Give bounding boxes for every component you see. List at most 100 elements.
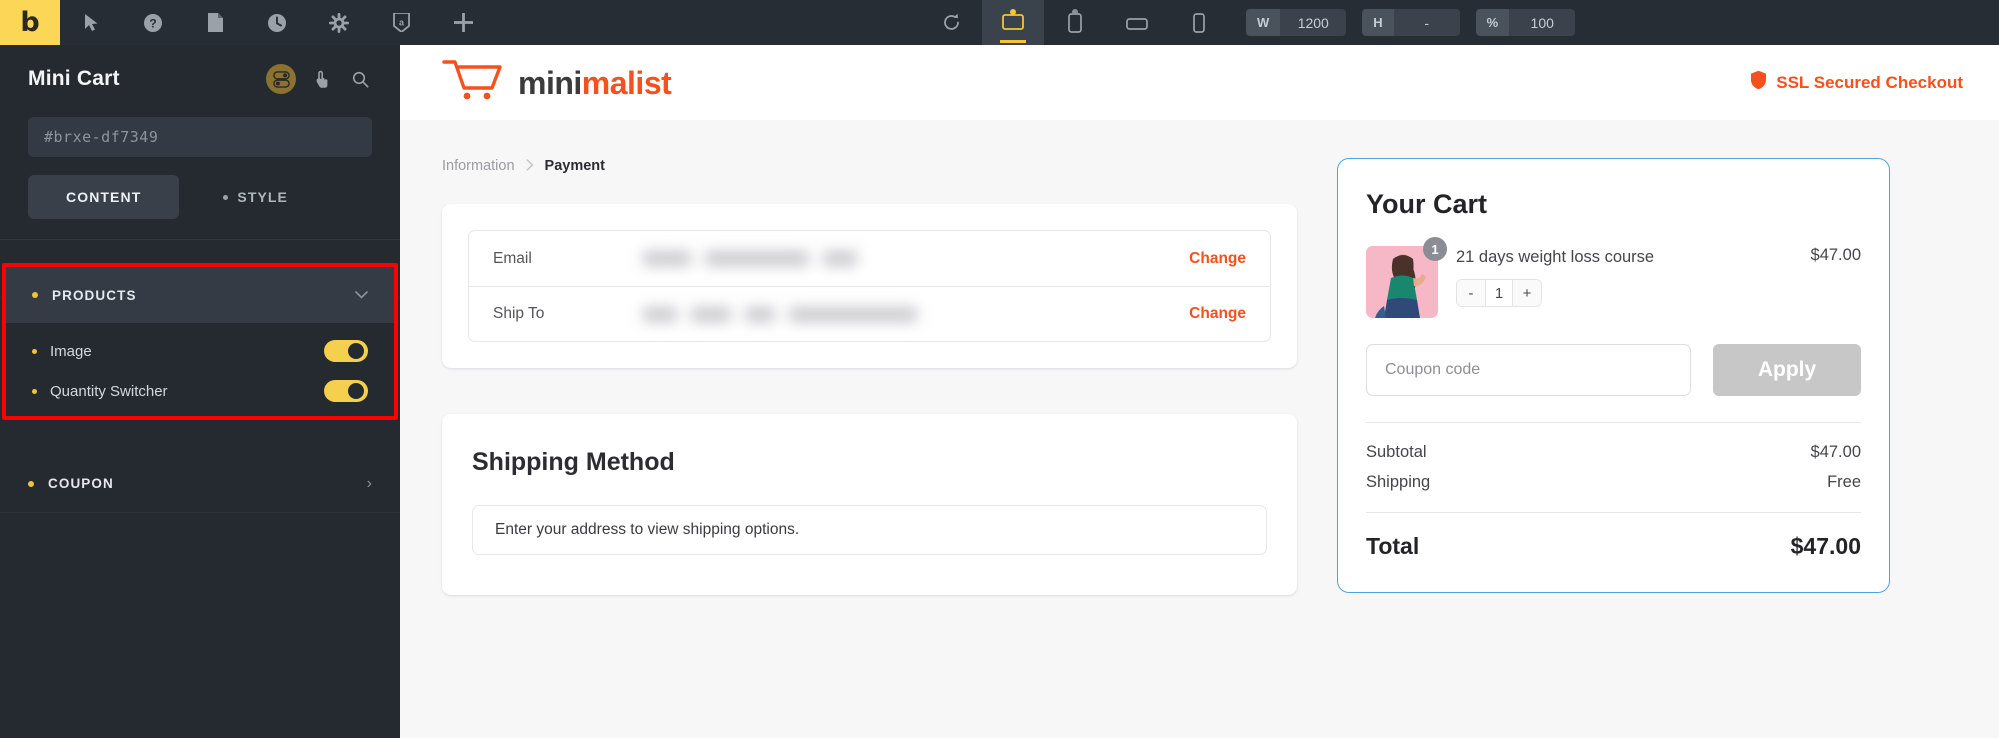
tab-content[interactable]: CONTENT: [28, 175, 180, 219]
chevron-right-icon: ›: [366, 474, 372, 492]
quantity-increment-button[interactable]: +: [1513, 280, 1541, 307]
viewport-dot-tablet: [1072, 9, 1078, 15]
products-status-dot: [32, 292, 38, 298]
viewport-tablet-portrait-button[interactable]: [1044, 0, 1106, 45]
shipping-method-title: Shipping Method: [472, 448, 675, 476]
breadcrumb: Information Payment: [442, 158, 1297, 174]
list-item: 1 21 days weight loss course - 1 + $47.0…: [1366, 237, 1861, 318]
checkout-main-column: Information Payment Email Change Ship To…: [442, 158, 1297, 595]
shipping-row: Shipping Free: [1366, 473, 1861, 492]
toolbar-viewport-group: W 1200 H - % 100: [920, 0, 1576, 45]
settings-icon[interactable]: [308, 0, 370, 45]
cart-item-thumbnail-wrap: 1: [1366, 237, 1447, 318]
height-value[interactable]: -: [1393, 9, 1460, 36]
toggle-quantity-switcher[interactable]: [324, 380, 368, 402]
search-icon[interactable]: [348, 67, 372, 91]
zoom-field[interactable]: % 100: [1475, 9, 1576, 36]
viewport-dot-desktop: [1010, 9, 1016, 15]
shipping-label: Shipping: [1366, 473, 1431, 491]
cart-divider: [1366, 422, 1861, 423]
cart-item-price: $47.00: [1810, 246, 1861, 264]
chevron-right-icon: [525, 158, 534, 174]
coupon-placeholder: Coupon code: [1385, 361, 1481, 378]
coupon-input[interactable]: Coupon code: [1366, 344, 1691, 396]
height-label: H: [1362, 9, 1394, 36]
quantity-value: 1: [1485, 280, 1513, 307]
viewport-mobile-landscape-button[interactable]: [1106, 0, 1168, 45]
subtotal-label: Subtotal: [1366, 443, 1427, 461]
cart-item-details: 21 days weight loss course - 1 +: [1456, 246, 1793, 318]
breadcrumb-information[interactable]: Information: [442, 158, 515, 174]
ssl-badge-label: SSL Secured Checkout: [1776, 72, 1963, 92]
viewport-mobile-portrait-button[interactable]: [1168, 0, 1230, 45]
change-ship-to-link[interactable]: Change: [1189, 305, 1246, 323]
shopping-cart-icon: [442, 58, 504, 107]
coupon-status-dot: [28, 480, 34, 487]
panel-header: Mini Cart: [0, 45, 400, 113]
quantity-stepper[interactable]: - 1 +: [1456, 279, 1542, 308]
plus-icon[interactable]: [432, 0, 494, 45]
quantity-switcher-status-dot: [32, 388, 37, 394]
cart-item-name: 21 days weight loss course: [1456, 248, 1655, 266]
width-value[interactable]: 1200: [1280, 9, 1347, 36]
shield-icon: [1750, 70, 1767, 95]
info-email-label: Email: [493, 249, 532, 267]
table-row: Ship To Change: [469, 286, 1270, 341]
svg-text:a: a: [398, 18, 404, 28]
element-settings-panel: Mini Cart #brxe-df7349 CONTENT STYLE HEA…: [0, 45, 400, 738]
chevron-down-icon: [355, 287, 368, 303]
quantity-decrement-button[interactable]: -: [1457, 280, 1485, 307]
bricks-logo-button[interactable]: b: [0, 0, 60, 45]
viewport-width-field[interactable]: W 1200: [1246, 9, 1347, 36]
page-icon[interactable]: [184, 0, 246, 45]
option-row-allow-deletion[interactable]: Allow Deletion: [6, 412, 394, 416]
option-row-quantity-switcher[interactable]: Quantity Switcher: [6, 372, 394, 410]
breadcrumb-payment: Payment: [544, 158, 605, 174]
viewport-desktop-button[interactable]: [982, 0, 1044, 45]
toggle-knob: [348, 383, 364, 399]
element-id-input[interactable]: #brxe-df7349: [28, 117, 372, 157]
top-toolbar: b ? a W 1200 H - % 100: [0, 0, 1999, 45]
total-label: Total: [1366, 533, 1420, 559]
tab-style-label: STYLE: [237, 189, 288, 205]
cursor-icon[interactable]: [60, 0, 122, 45]
tab-style[interactable]: STYLE: [185, 175, 326, 219]
apply-coupon-button[interactable]: Apply: [1713, 344, 1861, 396]
coupon-row: Coupon code Apply: [1366, 344, 1861, 396]
logo-text-part1: mini: [518, 64, 582, 101]
toolbar-tool-group: ? a: [60, 0, 494, 45]
toggle-image[interactable]: [324, 340, 368, 362]
zoom-value[interactable]: 100: [1509, 9, 1576, 36]
element-id-value: #brxe-df7349: [44, 128, 159, 146]
help-icon[interactable]: ?: [122, 0, 184, 45]
panel-header-actions: [266, 64, 372, 94]
option-quantity-switcher-label: Quantity Switcher: [50, 382, 168, 400]
info-ship-to-label: Ship To: [493, 305, 545, 322]
option-image-label: Image: [50, 342, 92, 360]
width-label: W: [1246, 9, 1281, 36]
shipping-value: Free: [1827, 473, 1861, 491]
grand-total-row: Total $47.00: [1366, 533, 1861, 560]
toggle-settings-icon[interactable]: [266, 64, 296, 94]
products-highlight-box: PRODUCTS Image Quantity Switcher Allow D…: [2, 263, 398, 420]
cart-summary-panel: Your Cart 1 21 days weight loss course -…: [1337, 158, 1890, 593]
css-icon[interactable]: a: [370, 0, 432, 45]
site-logo[interactable]: minimalist: [442, 58, 672, 107]
toggle-knob: [348, 343, 364, 359]
sidebar-item-coupon-label: COUPON: [48, 476, 114, 491]
sidebar-item-coupon[interactable]: COUPON ›: [0, 455, 400, 513]
cart-divider: [1366, 512, 1861, 513]
sidebar-item-products[interactable]: PRODUCTS: [6, 267, 394, 323]
interaction-icon[interactable]: [310, 67, 334, 91]
sidebar-item-products-label: PRODUCTS: [52, 287, 137, 303]
reload-icon[interactable]: [920, 0, 982, 45]
option-row-image[interactable]: Image: [6, 332, 394, 370]
change-email-link[interactable]: Change: [1189, 250, 1246, 268]
zoom-label: %: [1475, 9, 1510, 36]
checkout-summary-column: Your Cart 1 21 days weight loss course -…: [1337, 158, 1890, 595]
logo-text-part2: malist: [581, 64, 672, 101]
tab-content-label: CONTENT: [66, 189, 142, 205]
viewport-height-field[interactable]: H -: [1362, 9, 1460, 36]
shipping-method-message: Enter your address to view shipping opti…: [472, 505, 1267, 555]
history-icon[interactable]: [246, 0, 308, 45]
